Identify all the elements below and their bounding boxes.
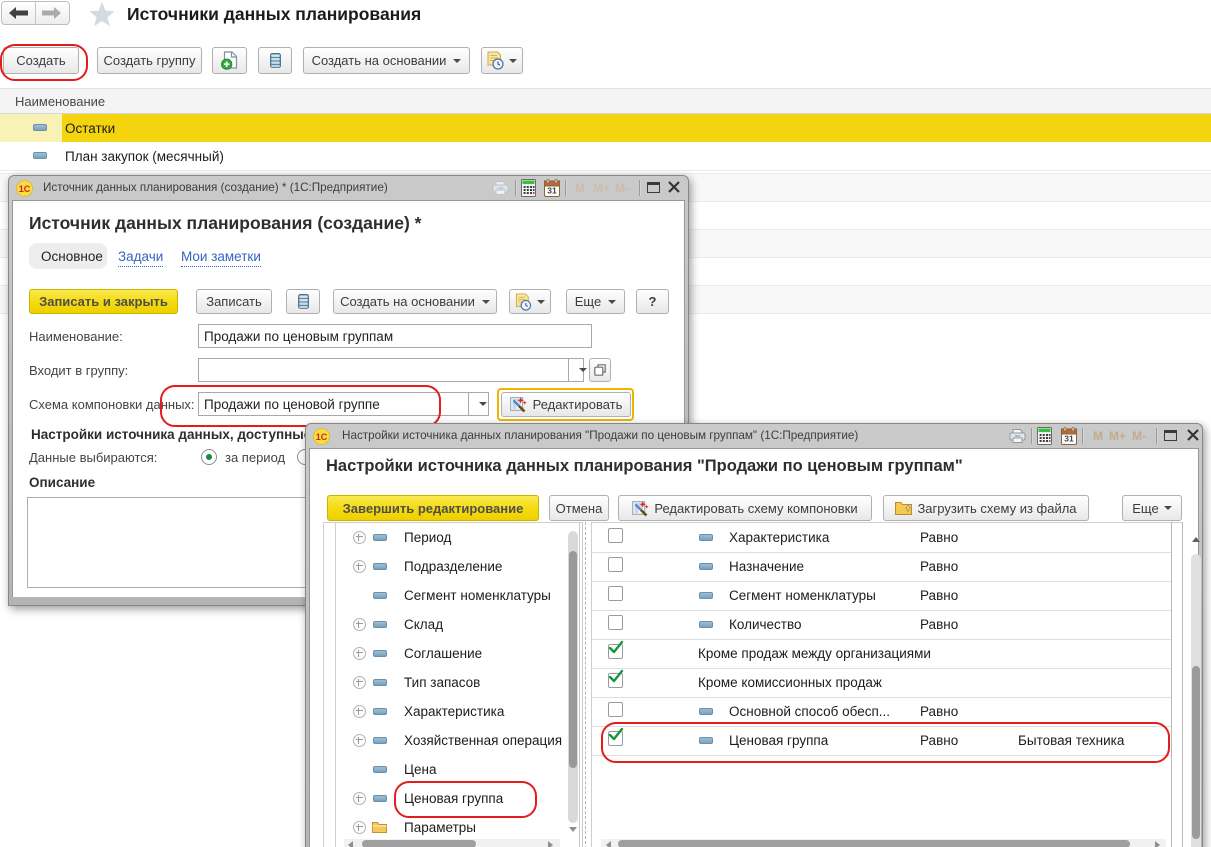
svg-text:1С: 1С (316, 432, 328, 442)
svg-text:31: 31 (547, 186, 557, 196)
svg-text:31: 31 (1064, 434, 1074, 444)
svg-text:1С: 1С (19, 184, 31, 194)
